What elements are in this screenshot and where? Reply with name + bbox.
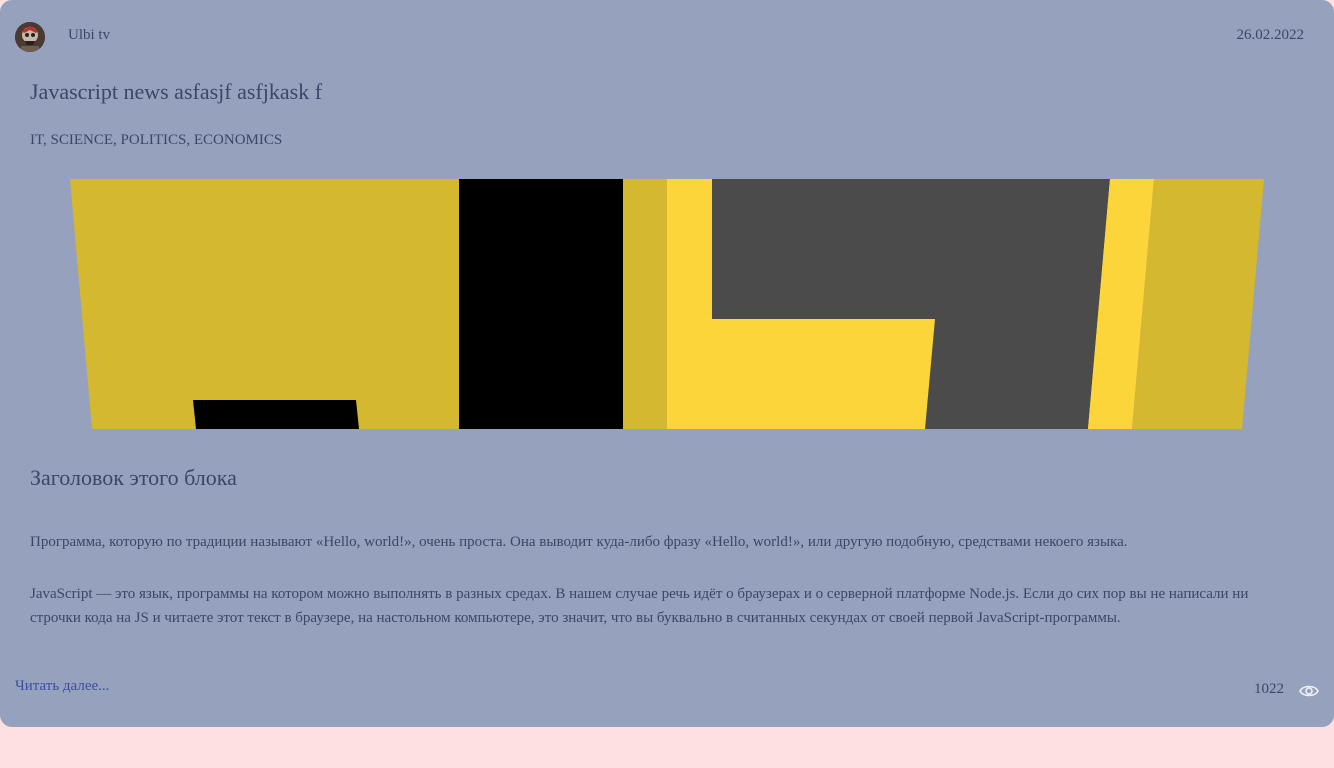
article-date: 26.02.2022 <box>1236 27 1305 43</box>
author-username[interactable]: Ulbi tv <box>68 27 110 44</box>
block-title: Заголовок этого блока <box>30 465 237 490</box>
eye-icon <box>1299 685 1319 697</box>
author-avatar[interactable] <box>15 22 45 52</box>
javascript-logo-image <box>70 179 1264 429</box>
article-types: IT, SCIENCE, POLITICS, ECONOMICS <box>30 132 283 148</box>
article-card: Ulbi tv 26.02.2022 Javascript news asfas… <box>0 0 1334 727</box>
views-count: 1022 <box>1254 681 1284 697</box>
block-paragraph: Программа, которую по традиции называют … <box>30 534 1128 550</box>
avatar-image <box>15 22 45 52</box>
read-more-button[interactable]: Читать далее... <box>15 678 109 695</box>
block-paragraph: JavaScript — это язык, программы на кото… <box>30 586 1249 626</box>
article-header: Ulbi tv 26.02.2022 <box>15 21 1304 53</box>
article-footer: Читать далее... 1022 <box>15 678 1319 702</box>
article-title: Javascript news asfasjf asfjkask f <box>30 79 323 104</box>
